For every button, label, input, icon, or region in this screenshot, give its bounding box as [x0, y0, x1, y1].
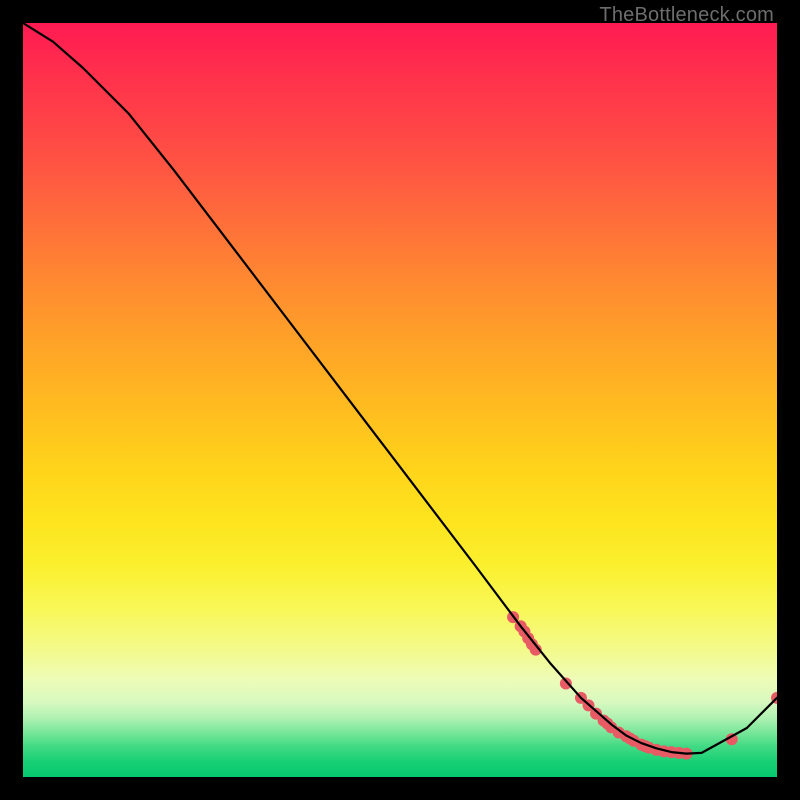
highlight-dots [507, 611, 777, 759]
chart-frame: TheBottleneck.com [0, 0, 800, 800]
bottleneck-curve [23, 23, 777, 754]
watermark-text: TheBottleneck.com [599, 4, 774, 27]
plot-area [23, 23, 777, 777]
chart-svg [23, 23, 777, 777]
